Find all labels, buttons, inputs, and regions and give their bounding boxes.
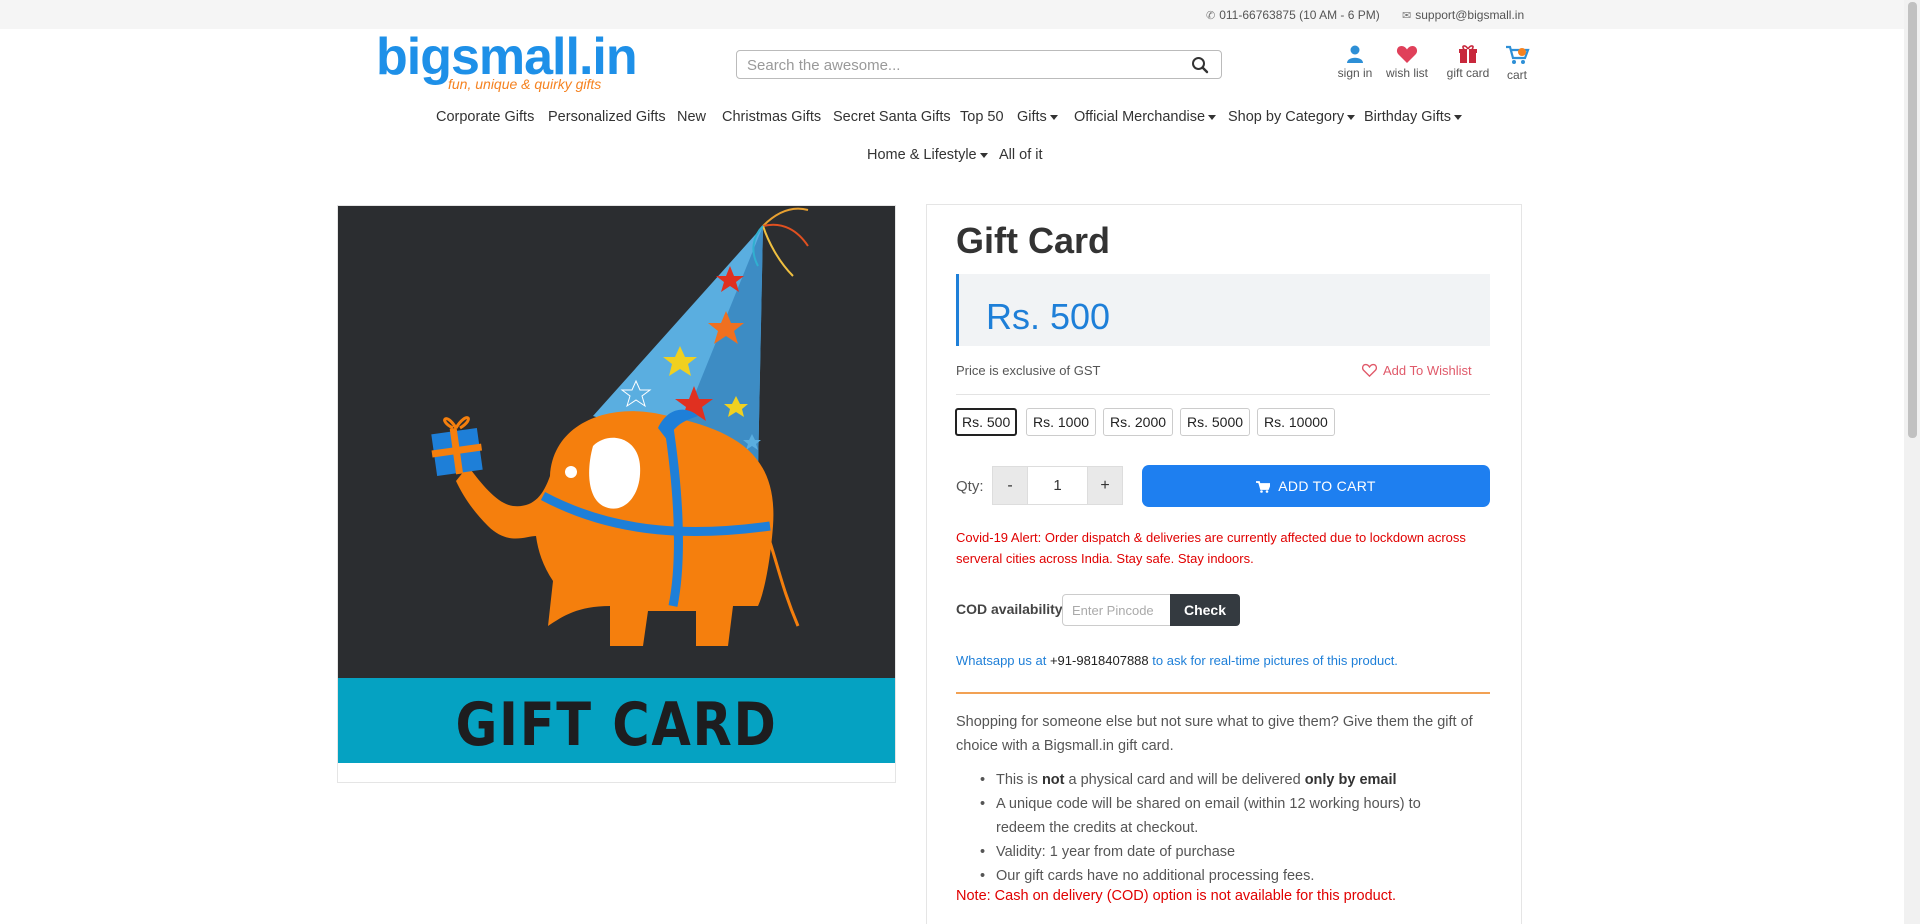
phone-icon: ✆ xyxy=(1206,10,1216,22)
top-bar: ✆ 011-66763875 (10 AM - 6 PM) ✉ support@bi… xyxy=(0,0,1904,29)
cod-label: COD availability xyxy=(956,601,1063,617)
contact-email[interactable]: ✉ support@bigsmall.in xyxy=(1402,8,1524,22)
product-title: Gift Card xyxy=(956,220,1111,261)
price-box: Rs. 500 xyxy=(956,274,1490,346)
divider xyxy=(956,394,1490,395)
denomination-option[interactable]: Rs. 500 xyxy=(955,408,1018,436)
whatsapp-prefix: Whatsapp us at xyxy=(956,653,1047,668)
gift-icon xyxy=(1459,45,1477,63)
heart-icon xyxy=(1396,46,1418,63)
nav-gifts[interactable]: Gifts xyxy=(1017,109,1058,125)
qty-label: Qty: xyxy=(956,478,984,495)
nav-christmas-gifts[interactable]: Christmas Gifts xyxy=(722,109,821,125)
add-to-cart-button[interactable]: ADD TO CART xyxy=(1142,465,1490,507)
wishlist-label: Add To Wishlist xyxy=(1383,363,1472,378)
cart-icon xyxy=(1506,45,1530,64)
denomination-option[interactable]: Rs. 2000 xyxy=(1103,408,1174,436)
denomination-option[interactable]: Rs. 1000 xyxy=(1026,408,1097,436)
whatsapp-info[interactable]: Whatsapp us at +91-9818407888 to ask for… xyxy=(956,653,1398,668)
logo-tagline: fun, unique & quirky gifts xyxy=(448,76,602,92)
nav-top-50[interactable]: Top 50 xyxy=(960,109,1004,125)
cod-note: Note: Cash on delivery (COD) option is n… xyxy=(956,888,1397,904)
sign-in-label: sign in xyxy=(1337,66,1373,80)
nav-new[interactable]: New xyxy=(677,109,706,125)
contact-phone[interactable]: ✆ 011-66763875 (10 AM - 6 PM) xyxy=(1206,8,1380,22)
denomination-option[interactable]: Rs. 5000 xyxy=(1180,408,1251,436)
add-to-cart-label: ADD TO CART xyxy=(1278,478,1376,494)
nav-all-of-it[interactable]: All of it xyxy=(999,147,1043,163)
user-icon xyxy=(1347,45,1363,63)
caret-down-icon xyxy=(979,152,988,158)
envelope-icon: ✉ xyxy=(1402,10,1412,22)
cart-label: cart xyxy=(1506,68,1527,82)
add-to-wishlist-button[interactable]: Add To Wishlist xyxy=(1361,363,1472,378)
gst-note: Price is exclusive of GST xyxy=(956,363,1101,378)
pincode-input[interactable] xyxy=(1063,595,1170,625)
product-description: Shopping for someone else but not sure w… xyxy=(956,714,1473,754)
divider xyxy=(956,692,1490,694)
whatsapp-suffix: to ask for real-time pictures of this pr… xyxy=(1152,653,1398,668)
denomination-option[interactable]: Rs. 10000 xyxy=(1257,408,1335,436)
caret-down-icon xyxy=(1347,114,1356,120)
gift-card-label: gift card xyxy=(1446,66,1490,80)
gift-card-link[interactable]: gift card xyxy=(1446,44,1490,80)
wish-list-link[interactable]: wish list xyxy=(1384,44,1430,80)
qty-increment-button[interactable]: + xyxy=(1087,466,1123,505)
nav-personalized-gifts[interactable]: Personalized Gifts xyxy=(548,109,666,125)
scrollbar-thumb[interactable] xyxy=(1908,2,1917,438)
pincode-field xyxy=(1062,594,1171,626)
search-icon[interactable] xyxy=(1191,56,1209,74)
gift-card-artwork: GIFT CARD xyxy=(338,206,895,763)
check-pincode-button[interactable]: Check xyxy=(1170,594,1240,626)
nav-official-merchandise[interactable]: Official Merchandise xyxy=(1074,109,1217,125)
nav-birthday-gifts[interactable]: Birthday Gifts xyxy=(1364,109,1463,125)
feature-item: Validity: 1 year from date of purchase xyxy=(980,840,1456,864)
caret-down-icon xyxy=(1049,114,1058,120)
sign-in-link[interactable]: sign in xyxy=(1336,44,1374,80)
page-scrollbar[interactable] xyxy=(1904,0,1920,924)
feature-item: A unique code will be shared on email (w… xyxy=(980,792,1456,840)
search-bar xyxy=(736,50,1222,79)
heart-outline-icon xyxy=(1361,363,1378,378)
email-text: support@bigsmall.in xyxy=(1415,8,1525,22)
search-input[interactable] xyxy=(747,55,1167,75)
product-price: Rs. 500 xyxy=(986,296,1111,337)
qty-decrement-button[interactable]: - xyxy=(992,466,1028,505)
nav-shop-by-category[interactable]: Shop by Category xyxy=(1228,109,1356,125)
nav-corporate-gifts[interactable]: Corporate Gifts xyxy=(436,109,534,125)
wish-list-label: wish list xyxy=(1385,66,1428,80)
phone-text: 011-66763875 (10 AM - 6 PM) xyxy=(1219,8,1380,22)
nav-home-lifestyle[interactable]: Home & Lifestyle xyxy=(867,147,988,163)
gift-card-caption: GIFT CARD xyxy=(455,690,778,760)
caret-down-icon xyxy=(1454,114,1463,120)
elephant-party-hat-illustration xyxy=(431,207,809,646)
covid-alert: Covid-19 Alert: Order dispatch & deliver… xyxy=(956,530,1466,566)
nav-secret-santa-gifts[interactable]: Secret Santa Gifts xyxy=(833,109,951,125)
site-logo[interactable]: bigsmall.in fun, unique & quirky gifts xyxy=(376,28,638,95)
feature-item: This is not a physical card and will be … xyxy=(980,768,1456,792)
caret-down-icon xyxy=(1208,114,1217,120)
gift-card-banner: GIFT CARD xyxy=(338,678,895,763)
cart-link[interactable]: cart xyxy=(1503,44,1531,82)
cart-icon xyxy=(1256,481,1272,493)
whatsapp-number: +91-9818407888 xyxy=(1049,653,1149,668)
qty-input[interactable]: 1 xyxy=(1028,466,1087,505)
feature-item: Our gift cards have no additional proces… xyxy=(980,864,1456,888)
product-image[interactable]: GIFT CARD xyxy=(337,205,896,783)
